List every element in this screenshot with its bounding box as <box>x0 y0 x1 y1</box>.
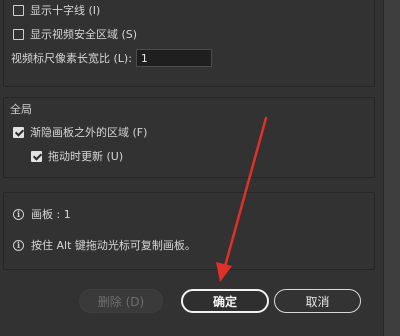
show-video-safe-label: 显示视频安全区域 (S) <box>30 28 138 41</box>
show-crosshair-checkbox[interactable] <box>13 4 24 16</box>
update-while-drag-label: 拖动时更新 (U) <box>48 150 124 163</box>
display-options-panel: 显示十字线 (I) 显示视频安全区域 (S) 视频标尺像素长宽比 (L): <box>3 0 375 87</box>
show-crosshair-label: 显示十字线 (I) <box>30 4 101 17</box>
info-icon: i <box>13 208 24 220</box>
ok-button[interactable]: 确定 <box>181 289 269 313</box>
alt-tip-text: 按住 Alt 键拖动光标可复制画板。 <box>31 239 196 252</box>
update-while-drag-option[interactable]: 拖动时更新 (U) <box>31 148 123 164</box>
artboard-count-row: i 画板 : 1 <box>13 206 71 222</box>
fade-outside-label: 渐隐画板之外的区域 (F) <box>30 126 148 139</box>
artboard-options-dialog: 显示十字线 (I) 显示视频安全区域 (S) 视频标尺像素长宽比 (L): 全局… <box>0 0 383 336</box>
background-window-edge <box>383 0 400 336</box>
global-section-title: 全局 <box>10 103 32 116</box>
cancel-button[interactable]: 取消 <box>274 289 361 313</box>
update-while-drag-checkbox[interactable] <box>31 150 42 162</box>
fade-outside-checkbox[interactable] <box>13 126 24 138</box>
global-panel: 全局 渐隐画板之外的区域 (F) 拖动时更新 (U) <box>3 97 375 178</box>
info-panel: i 画板 : 1 i 按住 Alt 键拖动光标可复制画板。 <box>3 192 375 270</box>
delete-button[interactable]: 删除 (D) <box>79 289 163 313</box>
pixel-ratio-input[interactable] <box>135 49 212 67</box>
fade-outside-option[interactable]: 渐隐画板之外的区域 (F) <box>13 124 147 140</box>
pixel-ratio-label: 视频标尺像素长宽比 (L): <box>11 52 132 65</box>
show-crosshair-option[interactable]: 显示十字线 (I) <box>13 2 100 18</box>
show-video-safe-option[interactable]: 显示视频安全区域 (S) <box>13 26 137 42</box>
show-video-safe-checkbox[interactable] <box>13 28 24 40</box>
info-icon: i <box>13 239 24 251</box>
artboard-count-text: 画板 : 1 <box>31 208 71 221</box>
alt-tip-row: i 按住 Alt 键拖动光标可复制画板。 <box>13 237 196 253</box>
pixel-ratio-row: 视频标尺像素长宽比 (L): <box>11 49 212 67</box>
